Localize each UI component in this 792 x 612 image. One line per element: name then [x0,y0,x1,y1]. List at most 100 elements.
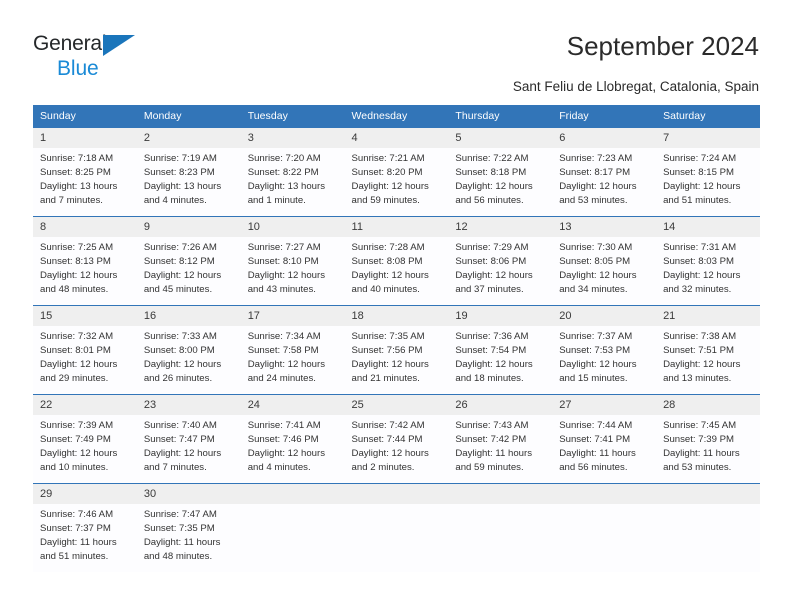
calendar-day-cell[interactable]: 2 Sunrise: 7:19 AM Sunset: 8:23 PM Dayli… [136,127,241,217]
day-details: Sunrise: 7:28 AM Sunset: 8:08 PM Dayligh… [345,237,449,297]
calendar-day-cell[interactable]: 20 Sunrise: 7:37 AM Sunset: 7:53 PM Dayl… [552,305,657,395]
calendar-day-cell[interactable]: 24 Sunrise: 7:41 AM Sunset: 7:46 PM Dayl… [240,394,345,484]
calendar-day-cell[interactable]: 13 Sunrise: 7:30 AM Sunset: 8:05 PM Dayl… [552,216,657,306]
calendar-day-cell[interactable]: 30 Sunrise: 7:47 AM Sunset: 7:35 PM Dayl… [136,483,241,572]
sunset-text: Sunset: 8:23 PM [143,167,215,179]
day-number [656,484,760,504]
calendar-day-cell[interactable]: 4 Sunrise: 7:21 AM Sunset: 8:20 PM Dayli… [344,127,449,217]
daylight-text-line1: Daylight: 12 hours [455,270,533,282]
sunrise-text: Sunrise: 7:24 AM [663,153,737,164]
calendar-body: 1 Sunrise: 7:18 AM Sunset: 8:25 PM Dayli… [33,127,760,572]
calendar-day-cell[interactable]: 11 Sunrise: 7:28 AM Sunset: 8:08 PM Dayl… [344,216,449,306]
day-number: 2 [136,128,241,148]
day-details: Sunrise: 7:43 AM Sunset: 7:42 PM Dayligh… [448,415,552,475]
sunrise-text: Sunrise: 7:27 AM [247,242,321,253]
calendar-day-cell[interactable]: 5 Sunrise: 7:22 AM Sunset: 8:18 PM Dayli… [448,127,553,217]
sunset-text: Sunset: 8:15 PM [663,167,734,179]
calendar-day-cell[interactable]: 27 Sunrise: 7:44 AM Sunset: 7:41 PM Dayl… [552,394,657,484]
sunrise-text: Sunrise: 7:21 AM [351,153,425,164]
logo-word-general: General [33,32,107,55]
daylight-text-line1: Daylight: 11 hours [559,448,636,460]
sunrise-text: Sunrise: 7:30 AM [559,242,633,253]
weekday-header-wednesday: Wednesday [344,105,449,128]
sunset-text: Sunset: 7:35 PM [143,523,215,535]
day-number: 22 [33,395,137,415]
calendar-day-cell[interactable]: 23 Sunrise: 7:40 AM Sunset: 7:47 PM Dayl… [136,394,241,484]
calendar-day-cell[interactable]: 6 Sunrise: 7:23 AM Sunset: 8:17 PM Dayli… [552,127,657,217]
daylight-text-line1: Daylight: 12 hours [351,270,429,282]
day-number: 17 [240,306,345,326]
sunset-text: Sunset: 7:53 PM [559,345,631,357]
day-number: 8 [33,217,137,237]
calendar-day-cell[interactable]: 16 Sunrise: 7:33 AM Sunset: 8:00 PM Dayl… [136,305,241,395]
calendar-day-cell[interactable]: 18 Sunrise: 7:35 AM Sunset: 7:56 PM Dayl… [344,305,449,395]
sunset-text: Sunset: 8:03 PM [663,256,734,268]
day-number: 4 [344,128,449,148]
day-details [448,504,552,508]
daylight-text-line1: Daylight: 12 hours [40,270,118,282]
sunset-text: Sunset: 8:08 PM [351,256,423,268]
calendar-day-cell[interactable]: 14 Sunrise: 7:31 AM Sunset: 8:03 PM Dayl… [656,216,760,306]
daylight-text-line2: and 21 minutes. [351,373,420,385]
day-details [345,504,449,508]
day-details: Sunrise: 7:33 AM Sunset: 8:00 PM Dayligh… [137,326,241,386]
weekday-header-tuesday: Tuesday [240,105,345,128]
sunrise-text: Sunrise: 7:23 AM [559,153,633,164]
sunset-text: Sunset: 7:58 PM [247,345,319,357]
sunrise-text: Sunrise: 7:20 AM [247,153,321,164]
calendar-day-cell[interactable]: 21 Sunrise: 7:38 AM Sunset: 7:51 PM Dayl… [656,305,760,395]
calendar-day-cell[interactable]: 22 Sunrise: 7:39 AM Sunset: 7:49 PM Dayl… [33,394,137,484]
sunrise-sunset-calendar-table: Sunday Monday Tuesday Wednesday Thursday… [33,105,760,572]
logo-text-general: General [33,33,153,57]
general-blue-logo[interactable]: General Blue [33,33,153,81]
daylight-text-line2: and 37 minutes. [455,284,524,296]
daylight-text-line2: and 2 minutes. [351,462,415,474]
weekday-header-monday: Monday [136,105,241,128]
calendar-page: General Blue September 2024 Sant Feliu d… [0,0,792,612]
daylight-text-line2: and 13 minutes. [663,373,732,385]
sunset-text: Sunset: 8:05 PM [559,256,631,268]
daylight-text-line1: Daylight: 13 hours [40,181,118,193]
calendar-day-cell[interactable]: 15 Sunrise: 7:32 AM Sunset: 8:01 PM Dayl… [33,305,137,395]
daylight-text-line1: Daylight: 12 hours [663,181,741,193]
sunset-text: Sunset: 7:41 PM [559,434,631,446]
sunset-text: Sunset: 7:54 PM [455,345,527,357]
day-details: Sunrise: 7:46 AM Sunset: 7:37 PM Dayligh… [33,504,137,564]
calendar-day-cell[interactable]: 8 Sunrise: 7:25 AM Sunset: 8:13 PM Dayli… [33,216,137,306]
day-details: Sunrise: 7:21 AM Sunset: 8:20 PM Dayligh… [345,148,449,208]
sunrise-text: Sunrise: 7:36 AM [455,331,529,342]
day-number: 9 [136,217,241,237]
page-header: General Blue September 2024 Sant Feliu d… [0,0,792,100]
calendar-day-cell[interactable]: 29 Sunrise: 7:46 AM Sunset: 7:37 PM Dayl… [33,483,137,572]
sunset-text: Sunset: 7:42 PM [455,434,527,446]
calendar-week-row: 15 Sunrise: 7:32 AM Sunset: 8:01 PM Dayl… [33,305,760,395]
calendar-day-cell[interactable]: 1 Sunrise: 7:18 AM Sunset: 8:25 PM Dayli… [33,127,137,217]
daylight-text-line2: and 26 minutes. [143,373,213,385]
daylight-text-line2: and 32 minutes. [663,284,732,296]
daylight-text-line1: Daylight: 13 hours [143,181,222,193]
calendar-day-cell[interactable]: 26 Sunrise: 7:43 AM Sunset: 7:42 PM Dayl… [448,394,553,484]
day-number: 27 [552,395,657,415]
daylight-text-line2: and 29 minutes. [40,373,109,385]
calendar-day-cell[interactable]: 25 Sunrise: 7:42 AM Sunset: 7:44 PM Dayl… [344,394,449,484]
calendar-day-cell[interactable]: 3 Sunrise: 7:20 AM Sunset: 8:22 PM Dayli… [240,127,345,217]
calendar-day-cell[interactable]: 19 Sunrise: 7:36 AM Sunset: 7:54 PM Dayl… [448,305,553,395]
sunrise-text: Sunrise: 7:28 AM [351,242,425,253]
calendar-day-cell[interactable]: 10 Sunrise: 7:27 AM Sunset: 8:10 PM Dayl… [240,216,345,306]
logo-triangle-icon [103,35,135,56]
daylight-text-line2: and 18 minutes. [455,373,524,385]
calendar-day-cell[interactable]: 12 Sunrise: 7:29 AM Sunset: 8:06 PM Dayl… [448,216,553,306]
daylight-text-line2: and 7 minutes. [40,195,103,207]
daylight-text-line1: Daylight: 12 hours [559,181,637,193]
calendar-day-cell[interactable]: 28 Sunrise: 7:45 AM Sunset: 7:39 PM Dayl… [656,394,760,484]
daylight-text-line1: Daylight: 12 hours [143,448,222,460]
calendar-day-cell[interactable]: 7 Sunrise: 7:24 AM Sunset: 8:15 PM Dayli… [656,127,760,217]
daylight-text-line1: Daylight: 12 hours [247,448,326,460]
daylight-text-line1: Daylight: 11 hours [40,537,117,549]
day-number: 21 [656,306,760,326]
day-number: 29 [33,484,137,504]
sunset-text: Sunset: 8:10 PM [247,256,319,268]
page-title: September 2024 [566,31,759,61]
calendar-day-cell[interactable]: 9 Sunrise: 7:26 AM Sunset: 8:12 PM Dayli… [136,216,241,306]
calendar-day-cell[interactable]: 17 Sunrise: 7:34 AM Sunset: 7:58 PM Dayl… [240,305,345,395]
